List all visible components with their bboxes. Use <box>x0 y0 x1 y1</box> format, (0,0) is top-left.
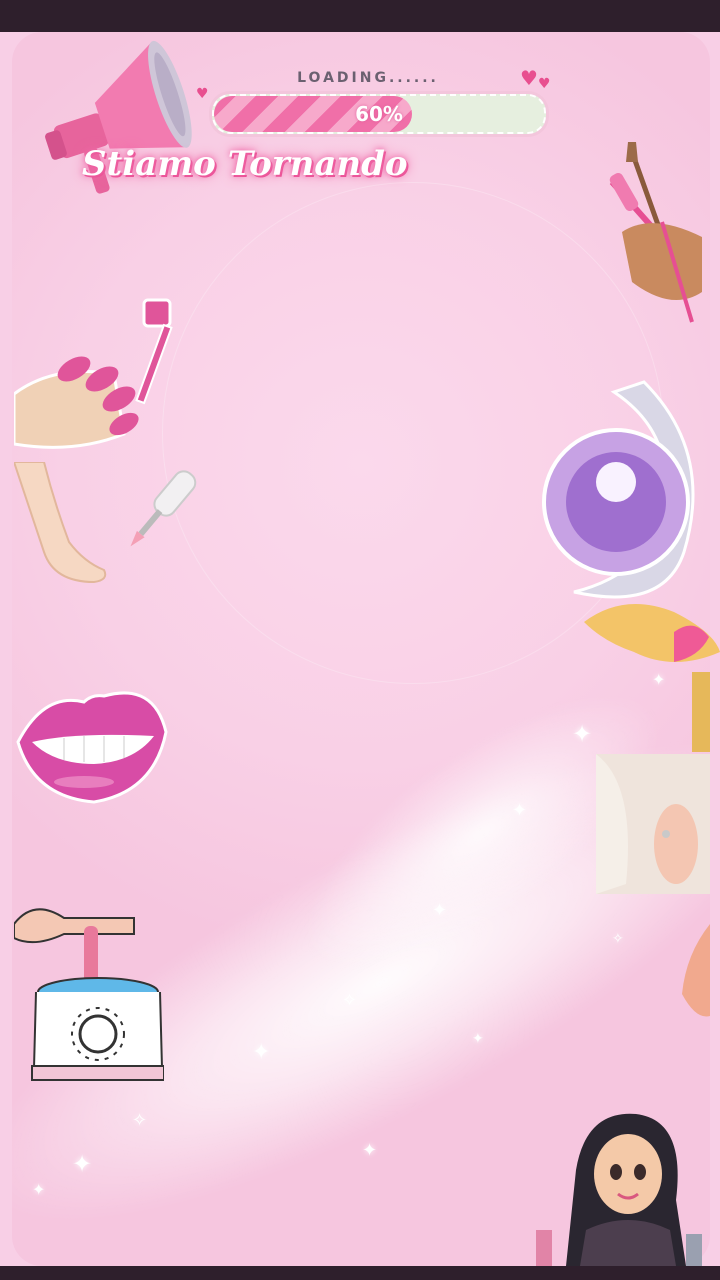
status-bar <box>0 0 720 32</box>
heart-icon: ♥ <box>196 86 209 102</box>
loading-progress-text: 60% <box>355 102 403 126</box>
announcement-title: Stiamo Tornando <box>82 144 408 184</box>
lips-icon <box>16 691 168 804</box>
girl-avatar-icon <box>536 1113 702 1266</box>
sparkle-star: ✧ <box>132 1110 148 1131</box>
ear-nose-face-icon <box>596 754 710 1017</box>
nail-polish-brush-icon <box>130 470 197 547</box>
navigation-bar <box>0 1266 720 1280</box>
sparkle-star: ✦ <box>512 800 528 821</box>
sparkle-star: ✦ <box>32 1180 46 1199</box>
loading-label: LOADING...... <box>297 70 439 86</box>
painted-nails-icon <box>14 298 173 449</box>
sparkle-star: ✦ <box>72 1150 93 1178</box>
crystal-ball-wand-icon <box>542 380 720 752</box>
wax-warmer-icon <box>14 908 164 1081</box>
heart-icon: ♥ <box>520 66 538 90</box>
sparkle-star: ✦ <box>432 900 448 921</box>
sparkle-star: ✧ <box>342 990 358 1011</box>
loading-progress-bar: 60% <box>212 94 546 134</box>
nail-brush-hands-icon <box>609 142 702 323</box>
story-screen: ✦ ✦ ✦ ✧ ✦ ✧ ✦ ✦ ✧ ✦ ✦ ✦ LOADING...... ♥ … <box>0 32 720 1266</box>
sparkle-star: ✦ <box>252 1040 271 1065</box>
foot-icon <box>14 462 107 584</box>
sparkle-star: ✦ <box>362 1140 378 1161</box>
sparkle-star: ✦ <box>472 1031 484 1047</box>
heart-icon: ♥ <box>538 76 551 92</box>
